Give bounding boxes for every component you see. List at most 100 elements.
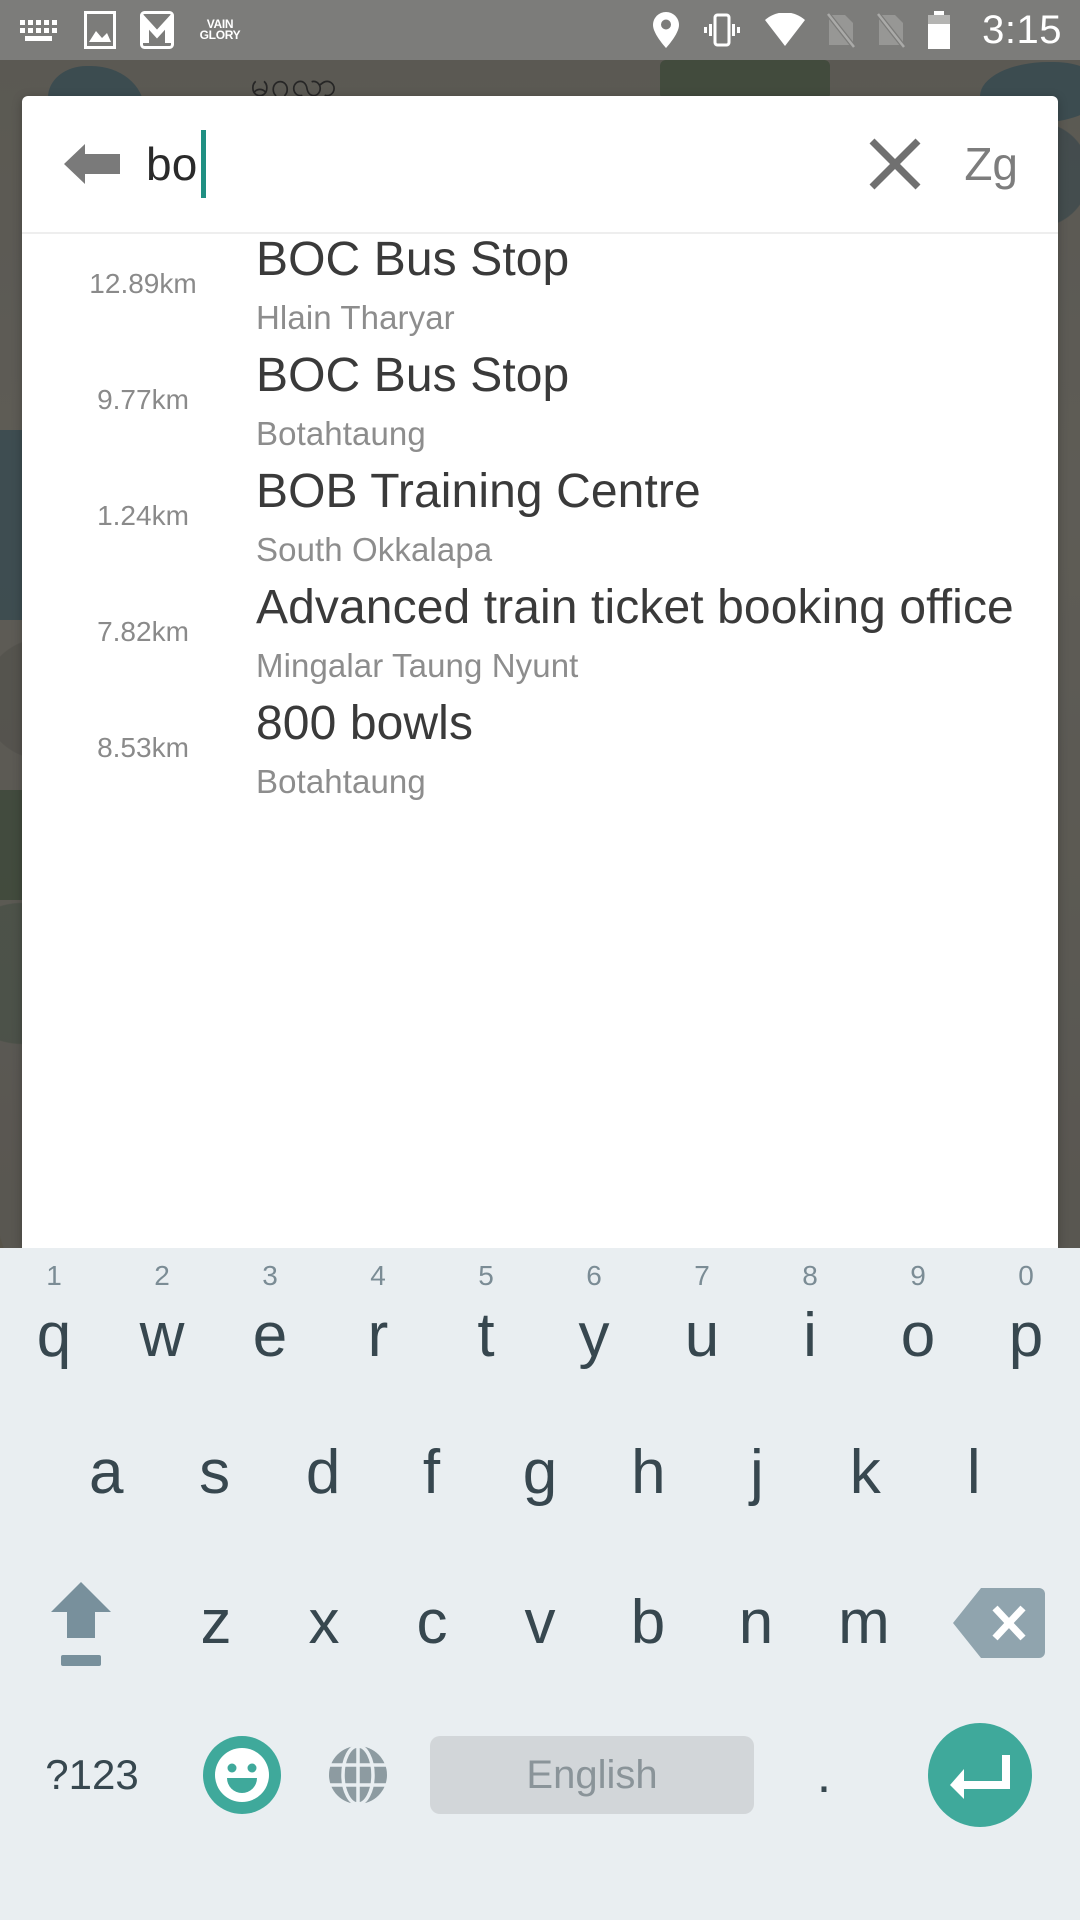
emoji-key[interactable] <box>184 1722 300 1828</box>
key-p-number: 0 <box>1018 1260 1034 1291</box>
result-distance: 1.24km <box>97 500 189 532</box>
key-z-label: z <box>200 1588 232 1657</box>
phone-screen: မဂလာ ဥေ <box>0 0 1080 1920</box>
key-d-label: d <box>305 1438 341 1507</box>
keyboard-row-2: a s d f g h j k l <box>0 1398 1080 1548</box>
key-t-number: 5 <box>478 1260 494 1291</box>
key-g[interactable]: g <box>486 1398 594 1548</box>
gmail-icon <box>140 11 174 49</box>
key-m[interactable]: m <box>810 1548 918 1698</box>
key-e[interactable]: 3 e <box>216 1248 324 1398</box>
result-text: BOB Training Centre South Okkalapa <box>256 458 1058 574</box>
key-h[interactable]: h <box>594 1398 702 1548</box>
key-i[interactable]: 8 i <box>756 1248 864 1398</box>
keyboard-row-4: ?123 English . <box>0 1698 1080 1920</box>
key-p[interactable]: 0 p <box>972 1248 1080 1398</box>
key-x[interactable]: x <box>270 1548 378 1698</box>
key-f[interactable]: f <box>377 1398 485 1548</box>
period-key-label: . <box>816 1745 832 1804</box>
keyboard-row-3: z x c v b n m <box>0 1548 1080 1698</box>
shift-underline <box>61 1655 101 1666</box>
key-a[interactable]: a <box>52 1398 160 1548</box>
search-results-container: Insein 12.89km BOC Bus Stop Hlain Tharya… <box>22 234 1058 806</box>
sim-none-icon-2 <box>876 12 907 49</box>
key-e-number: 3 <box>262 1260 278 1291</box>
arrow-left-icon <box>64 144 120 184</box>
key-i-number: 8 <box>802 1260 818 1291</box>
space-key[interactable]: English <box>416 1722 768 1828</box>
clear-button[interactable] <box>858 127 932 201</box>
key-p-label: p <box>1008 1301 1044 1370</box>
key-a-label: a <box>88 1438 124 1507</box>
result-area: Botahtaung <box>256 415 426 452</box>
keyboard-row-1: 1 q 2 w 3 e 4 r 5 t 6 y 7 u 8 i 9 o 0 p <box>0 1248 1080 1398</box>
close-icon <box>869 138 921 190</box>
key-r[interactable]: 4 r <box>324 1248 432 1398</box>
list-item[interactable]: 8.53km 800 bowls Botahtaung <box>22 690 1058 806</box>
result-name: BOB Training Centre <box>256 464 701 518</box>
key-u[interactable]: 7 u <box>648 1248 756 1398</box>
key-g-label: g <box>522 1438 558 1507</box>
list-item[interactable]: 9.77km BOC Bus Stop Botahtaung <box>22 342 1058 458</box>
key-n[interactable]: n <box>702 1548 810 1698</box>
key-h-label: h <box>631 1438 666 1507</box>
result-distance: 12.89km <box>89 268 197 300</box>
key-j[interactable]: j <box>703 1398 811 1548</box>
key-o-label: o <box>900 1301 936 1370</box>
key-v[interactable]: v <box>486 1548 594 1698</box>
result-text: BOC Bus Stop Hlain Tharyar <box>256 234 1058 342</box>
search-input-value: bo <box>146 138 198 190</box>
result-name: 800 bowls <box>256 696 474 750</box>
key-l[interactable]: l <box>920 1398 1028 1548</box>
key-s[interactable]: s <box>160 1398 268 1548</box>
key-i-label: i <box>803 1301 817 1370</box>
search-results-list[interactable]: Insein 12.89km BOC Bus Stop Hlain Tharya… <box>22 234 1058 1248</box>
key-w[interactable]: 2 w <box>108 1248 216 1398</box>
search-input[interactable]: bo <box>146 96 858 232</box>
list-item[interactable]: 7.82km Advanced train ticket booking off… <box>22 574 1058 690</box>
enter-key[interactable] <box>880 1722 1080 1828</box>
list-item[interactable]: 1.24km BOB Training Centre South Okkalap… <box>22 458 1058 574</box>
key-c[interactable]: c <box>378 1548 486 1698</box>
status-bar: VAIN GLORY 3:15 <box>0 0 1080 60</box>
backspace-key[interactable] <box>918 1548 1080 1698</box>
status-bar-system: 3:15 <box>652 10 1062 50</box>
font-toggle-button[interactable]: Zg <box>964 141 1018 187</box>
key-u-label: u <box>684 1301 720 1370</box>
key-b[interactable]: b <box>594 1548 702 1698</box>
key-d[interactable]: d <box>269 1398 377 1548</box>
vainglory-line2: GLORY <box>199 28 241 42</box>
text-cursor <box>200 130 206 198</box>
shift-up-arrow-icon <box>49 1580 113 1666</box>
key-r-label: r <box>367 1301 389 1370</box>
smiley-icon <box>203 1736 281 1814</box>
language-switch-key[interactable] <box>300 1722 416 1828</box>
key-w-number: 2 <box>154 1260 170 1291</box>
sim-none-icon-1 <box>826 12 857 49</box>
enter-arrow-icon <box>928 1723 1032 1827</box>
key-j-label: j <box>749 1438 764 1507</box>
key-o[interactable]: 9 o <box>864 1248 972 1398</box>
result-distance: 9.77km <box>97 384 189 416</box>
vibrate-icon <box>704 13 741 47</box>
key-t[interactable]: 5 t <box>432 1248 540 1398</box>
symbols-key[interactable]: ?123 <box>0 1722 184 1828</box>
period-key[interactable]: . <box>768 1722 880 1828</box>
key-t-label: t <box>477 1301 495 1370</box>
wifi-icon <box>765 13 806 46</box>
key-y[interactable]: 6 y <box>540 1248 648 1398</box>
back-button[interactable] <box>56 128 128 200</box>
key-l-label: l <box>966 1438 981 1507</box>
key-k[interactable]: k <box>811 1398 919 1548</box>
key-q-label: q <box>36 1301 72 1370</box>
key-z[interactable]: z <box>162 1548 270 1698</box>
list-item[interactable]: 12.89km BOC Bus Stop Hlain Tharyar <box>22 234 1058 342</box>
result-text: 800 bowls Botahtaung <box>256 690 1058 806</box>
shift-key[interactable] <box>0 1548 162 1698</box>
key-u-number: 7 <box>694 1260 710 1291</box>
key-q[interactable]: 1 q <box>0 1248 108 1398</box>
keyboard-icon <box>20 20 57 41</box>
key-n-label: n <box>738 1588 774 1657</box>
result-area: Hlain Tharyar <box>256 299 455 336</box>
photo-icon <box>84 11 116 49</box>
